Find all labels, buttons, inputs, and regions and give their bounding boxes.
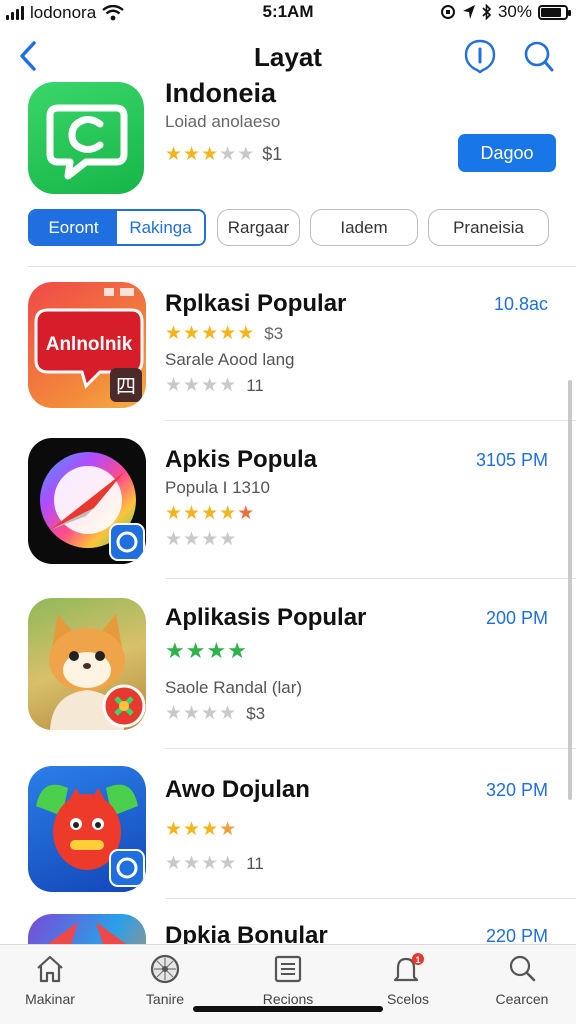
search-icon	[509, 955, 536, 982]
chat-c-icon	[46, 104, 128, 180]
rating-count: 11	[246, 375, 264, 395]
location-icon	[462, 5, 475, 19]
app-rating-line: ★ ★ ★ ★ ★ $3	[165, 322, 283, 345]
tab-segment-0[interactable]: Eoront	[30, 211, 117, 244]
app-time: 320 PM	[485, 780, 548, 800]
status-right: 30%	[440, 2, 571, 22]
tab-label: Makinar	[25, 991, 75, 1007]
app-icon-1-label: Anlnolnik	[46, 334, 133, 355]
search-icon[interactable]	[520, 38, 556, 74]
home-icon	[37, 955, 63, 983]
rating-text: $3	[264, 323, 284, 343]
notification-badge: 1	[415, 955, 420, 965]
divider	[28, 266, 576, 267]
list-item[interactable]: Anlnolnik 四 Rplkasi Popular 10.8ac ★ ★ ★ ★ ★…	[0, 282, 576, 420]
tab-updates[interactable]: 1 Scelos	[358, 953, 458, 1007]
app-rating-line: ★ ★ ★ ★ ★	[165, 502, 254, 525]
bluetooth-icon	[482, 4, 492, 20]
battery-icon	[538, 4, 571, 20]
get-button[interactable]: Dagoo	[458, 134, 556, 172]
filter-chip-0[interactable]: Rargaar	[217, 209, 300, 246]
app-icon-2	[28, 438, 146, 564]
app-icon-5	[28, 914, 146, 944]
status-bar: lodonora 5:1AM 30%	[0, 0, 576, 26]
divider	[165, 748, 576, 749]
divider	[165, 578, 576, 579]
rating-stars-empty: ★ ★ ★ ★	[165, 529, 237, 550]
tab-search[interactable]: Cearcen	[472, 953, 572, 1007]
tab-label: Cearcen	[495, 991, 549, 1007]
tab-lists[interactable]: Recions	[238, 953, 338, 1007]
divider	[165, 898, 576, 899]
app-title: Apkis Popula	[165, 446, 318, 473]
app-time: 10.8ac	[493, 294, 548, 314]
app-5-art-icon	[48, 922, 126, 944]
app-title: Dpkia Bonular	[165, 922, 328, 944]
rating-stars-empty: ★ ★ ★ ★	[165, 703, 237, 724]
rating-stars-empty: ★ ★ ★ ★	[165, 375, 237, 396]
list-icon	[274, 955, 302, 983]
app-subtitle: Popula I 1310	[165, 478, 270, 497]
app-rating-line: ★ ★ ★ ★ $3	[165, 702, 265, 725]
app-rating-line: ★ ★ ★ ★	[165, 638, 247, 664]
tab-explore[interactable]: Tanire	[115, 953, 215, 1007]
app-title: Rplkasi Popular	[165, 290, 347, 317]
tab-bar: Makinar Tanire Recions 1 Scelos Cearcen	[0, 944, 576, 1024]
app-rating-line: ★ ★ ★ ★ 11	[165, 852, 264, 875]
rating-stars-empty: ★ ★ ★ ★	[165, 853, 237, 874]
rating-count: $3	[246, 703, 266, 723]
list-item[interactable]: Awo Dojulan 320 PM ★ ★ ★ ★ ★ ★ ★ ★ 11	[0, 766, 576, 898]
segmented-control: Eoront Rakinga	[28, 209, 206, 246]
tab-home[interactable]: Makinar	[0, 953, 100, 1007]
nav-bar: Layat	[0, 32, 576, 80]
app-title: Awo Dojulan	[165, 776, 310, 803]
filter-chip-2[interactable]: Praneisia	[428, 209, 549, 246]
rating-stars: ★ ★ ★ ★	[165, 819, 237, 840]
tab-label: Tanire	[145, 991, 185, 1007]
featured-title: Indoneia	[165, 78, 277, 108]
tab-label: Scelos	[386, 991, 430, 1007]
compass-icon	[150, 954, 180, 984]
rating-stars: ★ ★ ★ ★ ★	[165, 323, 255, 344]
app-subtitle: Sarale Aood lang	[165, 350, 295, 369]
app-title: Aplikasis Popular	[165, 604, 367, 631]
app-icon-3	[28, 598, 146, 730]
featured-stars: ★ ★ ★ ★ ★	[165, 144, 255, 165]
app-icon-1: Anlnolnik 四	[28, 282, 146, 408]
list-item[interactable]: Dpkia Bonular 220 PM	[0, 914, 576, 944]
app-icon-4	[28, 766, 146, 892]
app-rating-line: ★ ★ ★ ★ 11	[165, 374, 264, 397]
app-rating-line: ★ ★ ★ ★	[165, 528, 236, 551]
speech-badge-icon: Anlnolnik 四	[34, 288, 144, 402]
app-time: 200 PM	[485, 608, 548, 628]
cat-icon	[49, 614, 146, 730]
bell-icon: 1	[393, 953, 424, 982]
app-time: 220 PM	[485, 926, 548, 944]
featured-rating: ★ ★ ★ ★ ★ $1	[165, 143, 282, 166]
app-rating-line: ★ ★ ★ ★	[165, 818, 236, 841]
rating-stars: ★ ★ ★ ★	[165, 638, 247, 663]
rotation-lock-icon	[440, 5, 455, 19]
rating-stars: ★ ★ ★ ★ ★	[165, 503, 255, 524]
featured-rating-count: $1	[262, 144, 283, 164]
app-icon-1-corner: 四	[116, 374, 136, 398]
tab-segment-1[interactable]: Rakinga	[117, 211, 204, 244]
tab-label: Recions	[262, 991, 314, 1007]
battery-fill	[541, 7, 562, 17]
scrollbar[interactable]	[568, 380, 572, 800]
home-indicator[interactable]	[193, 1006, 383, 1012]
app-time: 3105 PM	[475, 450, 548, 470]
list-item[interactable]: Apkis Popula 3105 PM Popula I 1310 ★ ★ ★ ★ ★…	[0, 438, 576, 578]
info-icon[interactable]	[462, 38, 498, 74]
rating-count: 11	[246, 853, 264, 873]
featured-subtitle: Loiad anolaeso	[165, 112, 281, 131]
app-subtitle: Saole Randal (lar)	[165, 678, 303, 697]
battery-percent: 30%	[497, 2, 532, 21]
filter-chip-1[interactable]: Iadem	[310, 209, 418, 246]
divider	[165, 420, 576, 421]
featured-app-icon[interactable]	[28, 82, 144, 194]
monster-icon	[36, 784, 145, 887]
compass-icon	[40, 452, 145, 561]
list-item[interactable]: Aplikasis Popular 200 PM ★ ★ ★ ★ Saole Rand…	[0, 598, 576, 748]
